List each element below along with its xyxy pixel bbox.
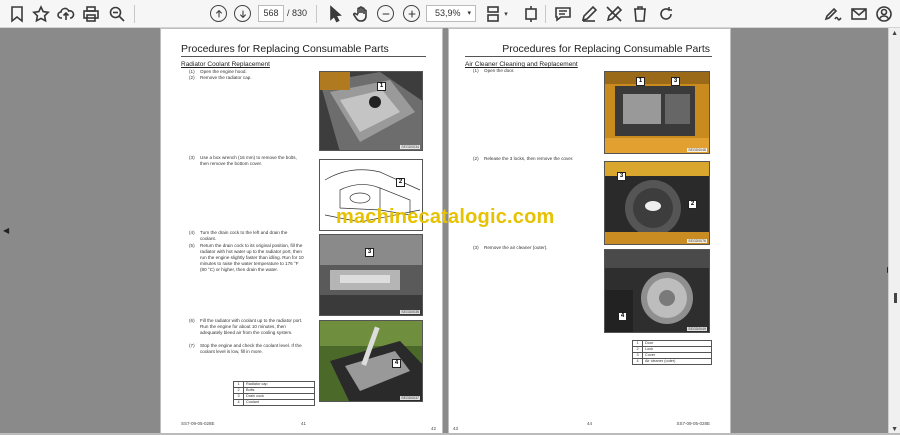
bookmark-icon[interactable]	[6, 3, 28, 25]
trash-icon[interactable]	[629, 3, 651, 25]
toolbar-divider	[545, 5, 546, 23]
photo-code: SEGD0037	[400, 396, 420, 400]
scrollbar-thumb[interactable]	[894, 293, 897, 303]
toolbar-divider	[134, 5, 135, 23]
mail-icon[interactable]	[848, 3, 870, 25]
pdf-page-left: Procedures for Replacing Consumable Part…	[160, 28, 443, 435]
callout-label: 4	[618, 312, 627, 321]
scroll-down-icon[interactable]: ▼	[891, 426, 898, 433]
pen-icon[interactable]	[578, 3, 600, 25]
section-subtitle: Air Cleaner Cleaning and Replacement	[465, 61, 578, 68]
step-item: (1) Open the door.	[473, 68, 515, 73]
page-up-icon[interactable]	[210, 5, 227, 22]
callout-label: 1	[377, 82, 386, 91]
page-title: Procedures for Replacing Consumable Part…	[502, 43, 710, 55]
step-item: (3) Use a box wrench (16 mm) to remove th…	[189, 155, 297, 166]
step-item: (3) Remove the air cleaner (outer).	[473, 245, 548, 250]
chevron-down-icon: ▾	[467, 10, 471, 17]
zoom-in-icon[interactable]	[403, 5, 420, 22]
pdf-toolbar: 568 / 830 53,9% ▾ ▾	[0, 0, 900, 28]
scroll-mode-icon[interactable]	[520, 3, 542, 25]
vertical-scrollbar[interactable]: ▲ ▼	[888, 28, 900, 435]
step-item: (2) Remove the radiator cap.	[189, 75, 252, 80]
step-item: (2) Release the 3 locks, then remove the …	[473, 156, 574, 161]
left-panel-toggle-icon[interactable]: ◀	[3, 226, 9, 235]
search-icon[interactable]	[106, 3, 128, 25]
step-item: (5) Return the drain cock to its original…	[189, 243, 304, 272]
page-down-icon[interactable]	[234, 5, 251, 22]
title-rule	[181, 56, 426, 57]
chevron-down-icon[interactable]: ▾	[501, 3, 511, 25]
coolant-fill-photo: 4 SEGD0037	[319, 320, 423, 402]
page-total: / 830	[287, 8, 308, 18]
doc-code: SS7-09-05-028E	[676, 421, 710, 426]
page-number-input[interactable]: 568	[258, 5, 284, 22]
page-number: 44	[587, 421, 593, 426]
page-number: 42	[431, 426, 437, 431]
scroll-up-icon[interactable]: ▲	[891, 30, 898, 37]
print-icon[interactable]	[80, 3, 102, 25]
photo-code: SEGD0034	[400, 145, 420, 149]
account-icon[interactable]	[873, 3, 895, 25]
callout-label: 2	[396, 178, 405, 187]
page-number: 43	[453, 426, 459, 431]
legend-row: 4 Coolant	[233, 399, 315, 406]
hand-tool-icon[interactable]	[350, 3, 372, 25]
page-title: Procedures for Replacing Consumable Part…	[181, 43, 389, 55]
air-cleaner-door-photo: 1 3 SEGD0048	[604, 71, 710, 154]
photo-code: SEGD0035	[400, 310, 420, 314]
erase-pen-icon[interactable]	[603, 3, 625, 25]
photo-code: SEGD0048	[687, 148, 707, 152]
doc-code: SS7-09-05-028E	[181, 421, 215, 426]
radiator-cap-photo: 1 SEGD0034	[319, 71, 423, 151]
rotate-icon[interactable]	[655, 3, 677, 25]
zoom-value: 53,9%	[435, 8, 461, 18]
callout-label: 4	[392, 359, 401, 368]
parts-legend-table: 1 Radiator cap 2 Bolts 3 Drain cock 4 Coolan…	[233, 381, 315, 406]
zoom-level-select[interactable]: 53,9% ▾	[426, 5, 476, 22]
drain-cock-photo: 3 SEGD0035	[319, 234, 423, 316]
sign-icon[interactable]	[822, 3, 844, 25]
legend-row: 4 Air cleaner (outer)	[632, 358, 712, 365]
air-cleaner-outer-photo: 4 SEGD0049	[604, 249, 710, 333]
step-item: (7) Stop the engine and check the coolant…	[189, 343, 302, 354]
section-subtitle: Radiator Coolant Replacement	[181, 61, 270, 68]
callout-label: 3	[671, 77, 680, 86]
page-number: 41	[301, 421, 307, 426]
air-cleaner-cover-photo: 3 2 SEGD0076	[604, 161, 710, 245]
callout-label: 3	[365, 248, 374, 257]
toolbar-divider	[316, 5, 317, 23]
callout-label: 3	[617, 172, 626, 181]
pdf-page-right: Procedures for Replacing Consumable Part…	[448, 28, 731, 435]
comment-icon[interactable]	[552, 3, 574, 25]
select-cursor-icon[interactable]	[324, 3, 346, 25]
star-icon[interactable]	[30, 3, 52, 25]
callout-label: 2	[688, 200, 697, 209]
step-item: (4) Turn the drain cock to the left and d…	[189, 230, 288, 241]
step-item: (6) Fill the radiator with coolant up to …	[189, 318, 303, 335]
zoom-out-icon[interactable]	[377, 5, 394, 22]
photo-code: SEGD0049	[687, 327, 707, 331]
parts-legend-table: 1 Door 2 Lock 3 Cover 4 Air cleaner (outer)	[632, 340, 712, 365]
photo-code: SEGD0076	[687, 239, 707, 243]
watermark-text: machinecatalogic.com	[336, 206, 555, 228]
title-rule	[465, 56, 712, 57]
upload-icon[interactable]	[55, 3, 77, 25]
callout-label: 1	[636, 77, 645, 86]
